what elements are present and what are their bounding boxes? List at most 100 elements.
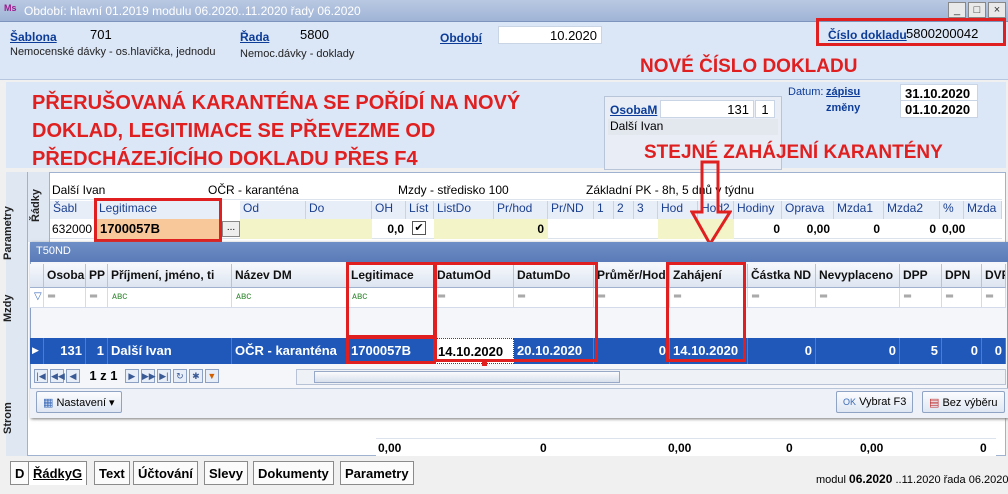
side-tab-parametry[interactable]: Parametry [2,206,20,260]
col-prnd[interactable]: Pr/ND [548,201,594,219]
scrollbar-thumb[interactable] [314,371,620,383]
col-2[interactable]: 2 [614,201,634,219]
no-select-button[interactable]: ▤ Bez výběru [922,391,1005,413]
close-button[interactable]: × [988,2,1006,18]
rada-label[interactable]: Řada [240,30,269,44]
annotation-line-2: DOKLAD, LEGITIMACE SE PŘEVEZME OD [32,120,436,142]
prow-dpn[interactable]: 0 [942,338,982,364]
zapisu-label[interactable]: zápisu [826,86,860,98]
row-od-do-fields[interactable] [240,219,372,239]
filter-pp[interactable]: ═ [86,288,108,308]
col-3[interactable]: 3 [634,201,658,219]
filter-nevyplaceno[interactable]: ═ [816,288,900,308]
col-do[interactable]: Do [306,201,372,219]
col-od[interactable]: Od [240,201,306,219]
filter-castka[interactable]: ═ [748,288,816,308]
prow-pp[interactable]: 1 [86,338,108,364]
tab-dokumenty[interactable]: Dokumenty [253,461,334,485]
window-title: Období: hlavní 01.2019 modulu 06.2020..1… [24,4,361,18]
osoba-label[interactable]: OsobaM [610,103,657,117]
pcol-prumer[interactable]: Průměr/Hod [594,264,670,288]
pcol-nevyplaceno[interactable]: Nevyplaceno [816,264,900,288]
pcol-osoba[interactable]: Osoba [44,264,86,288]
col-mzda[interactable]: Mzda [964,201,1002,219]
prow-prumer[interactable]: 0 [594,338,670,364]
last-page-icon[interactable]: ▶| [156,368,171,383]
row-oprava: 0,00 [806,222,830,236]
tab-d[interactable]: D [10,461,30,485]
tab-parametry[interactable]: Parametry [340,461,414,485]
prev-block-icon[interactable]: ◀◀ [50,368,65,383]
col-prhod[interactable]: Pr/hod [494,201,548,219]
sablona-label[interactable]: Šablona [10,30,57,44]
prow-dvp[interactable]: 0 [982,338,1006,364]
col-listdo[interactable]: ListDo [434,201,494,219]
col-oh[interactable]: OH [372,201,406,219]
col-mzda2[interactable]: Mzda2 [884,201,940,219]
summary-3: 0,00 [668,441,692,455]
filter-dpp[interactable]: ═ [900,288,942,308]
side-tab-strom[interactable]: Strom [2,398,20,438]
prow-castka[interactable]: 0 [748,338,816,364]
row-list-checkbox[interactable]: ✔ [412,221,426,235]
prow-osoba[interactable]: 131 [44,338,86,364]
tab-uctovani[interactable]: Účtování [133,461,198,485]
no-select-icon: ▤ [929,397,940,409]
minimize-button[interactable]: _ [948,2,966,18]
col-list[interactable]: Líst [406,201,434,219]
col-hodiny[interactable]: Hodiny [734,201,782,219]
zmeny-field[interactable]: 01.10.2020 [900,100,978,118]
prow-dm[interactable]: OČR - karanténa [232,338,348,364]
obdobi-field[interactable]: 10.2020 [498,26,602,44]
sablona-field[interactable]: 701 [86,26,216,44]
obdobi-label[interactable]: Období [440,31,482,45]
maximize-button[interactable]: □ [968,2,986,18]
star-icon[interactable]: ✱ [188,368,203,383]
rada-description: Nemoc.dávky - doklady [240,48,355,60]
pcol-castka[interactable]: Částka ND [748,264,816,288]
col-pct[interactable]: % [940,201,964,219]
info-ocr: OČR - karanténa [208,183,299,197]
legitimace-lookup-button[interactable]: ... [222,221,240,237]
filter-dpn[interactable]: ═ [942,288,982,308]
filter-dm[interactable]: ᴀʙᴄ [232,288,348,308]
rada-field[interactable]: 5800 [296,26,406,44]
status-rada-value: 06.2020 [968,474,1008,486]
settings-button[interactable]: ▦ Nastavení ▾ [36,391,122,413]
refresh-icon[interactable]: ↻ [172,368,187,383]
prow-nevyplaceno[interactable]: 0 [816,338,900,364]
col-mzda1[interactable]: Mzda1 [834,201,884,219]
highlight-legitimace-cell [346,336,436,364]
filter-osoba[interactable]: ═ [44,288,86,308]
col-oprava[interactable]: Oprava [782,201,834,219]
pcol-dpn[interactable]: DPN [942,264,982,288]
next-block-icon[interactable]: ▶▶ [140,368,156,383]
pcol-jmeno[interactable]: Příjmení, jméno, ti [108,264,232,288]
filter-dvp[interactable]: ═ [982,288,1006,308]
side-tab-radky[interactable]: Řádky [30,182,48,228]
col-sabl[interactable]: Šabl [50,201,96,219]
filter-prumer[interactable]: ═ [594,288,670,308]
filter-clear-icon[interactable]: ▼ [204,368,219,383]
tab-text[interactable]: Text [94,461,130,485]
osoba-id-field[interactable]: 131 [660,100,754,118]
pcol-dm[interactable]: Název DM [232,264,348,288]
row-mzda2: 0 [929,222,936,236]
pcol-dpp[interactable]: DPP [900,264,942,288]
pcol-dvp[interactable]: DVP [982,264,1006,288]
pcol-pp[interactable]: PP [86,264,108,288]
side-tab-mzdy[interactable]: Mzdy [2,288,20,328]
filter-icon[interactable]: ▽ [30,288,44,308]
prev-page-icon[interactable]: ◀ [66,368,80,383]
select-f3-button[interactable]: OK Vybrat F3 [836,391,914,413]
tab-radkyg[interactable]: ŘádkyG [28,461,88,485]
prow-dpp[interactable]: 5 [900,338,942,364]
osoba-pp-field[interactable]: 1 [755,100,775,118]
first-page-icon[interactable]: |◀ [34,368,48,383]
next-page-icon[interactable]: ▶ [124,368,139,383]
prow-jmeno[interactable]: Další Ivan [108,338,232,364]
col-1[interactable]: 1 [594,201,614,219]
filter-jmeno[interactable]: ᴀʙᴄ [108,288,232,308]
ok-icon: OK [843,397,857,407]
tab-slevy[interactable]: Slevy [204,461,248,485]
